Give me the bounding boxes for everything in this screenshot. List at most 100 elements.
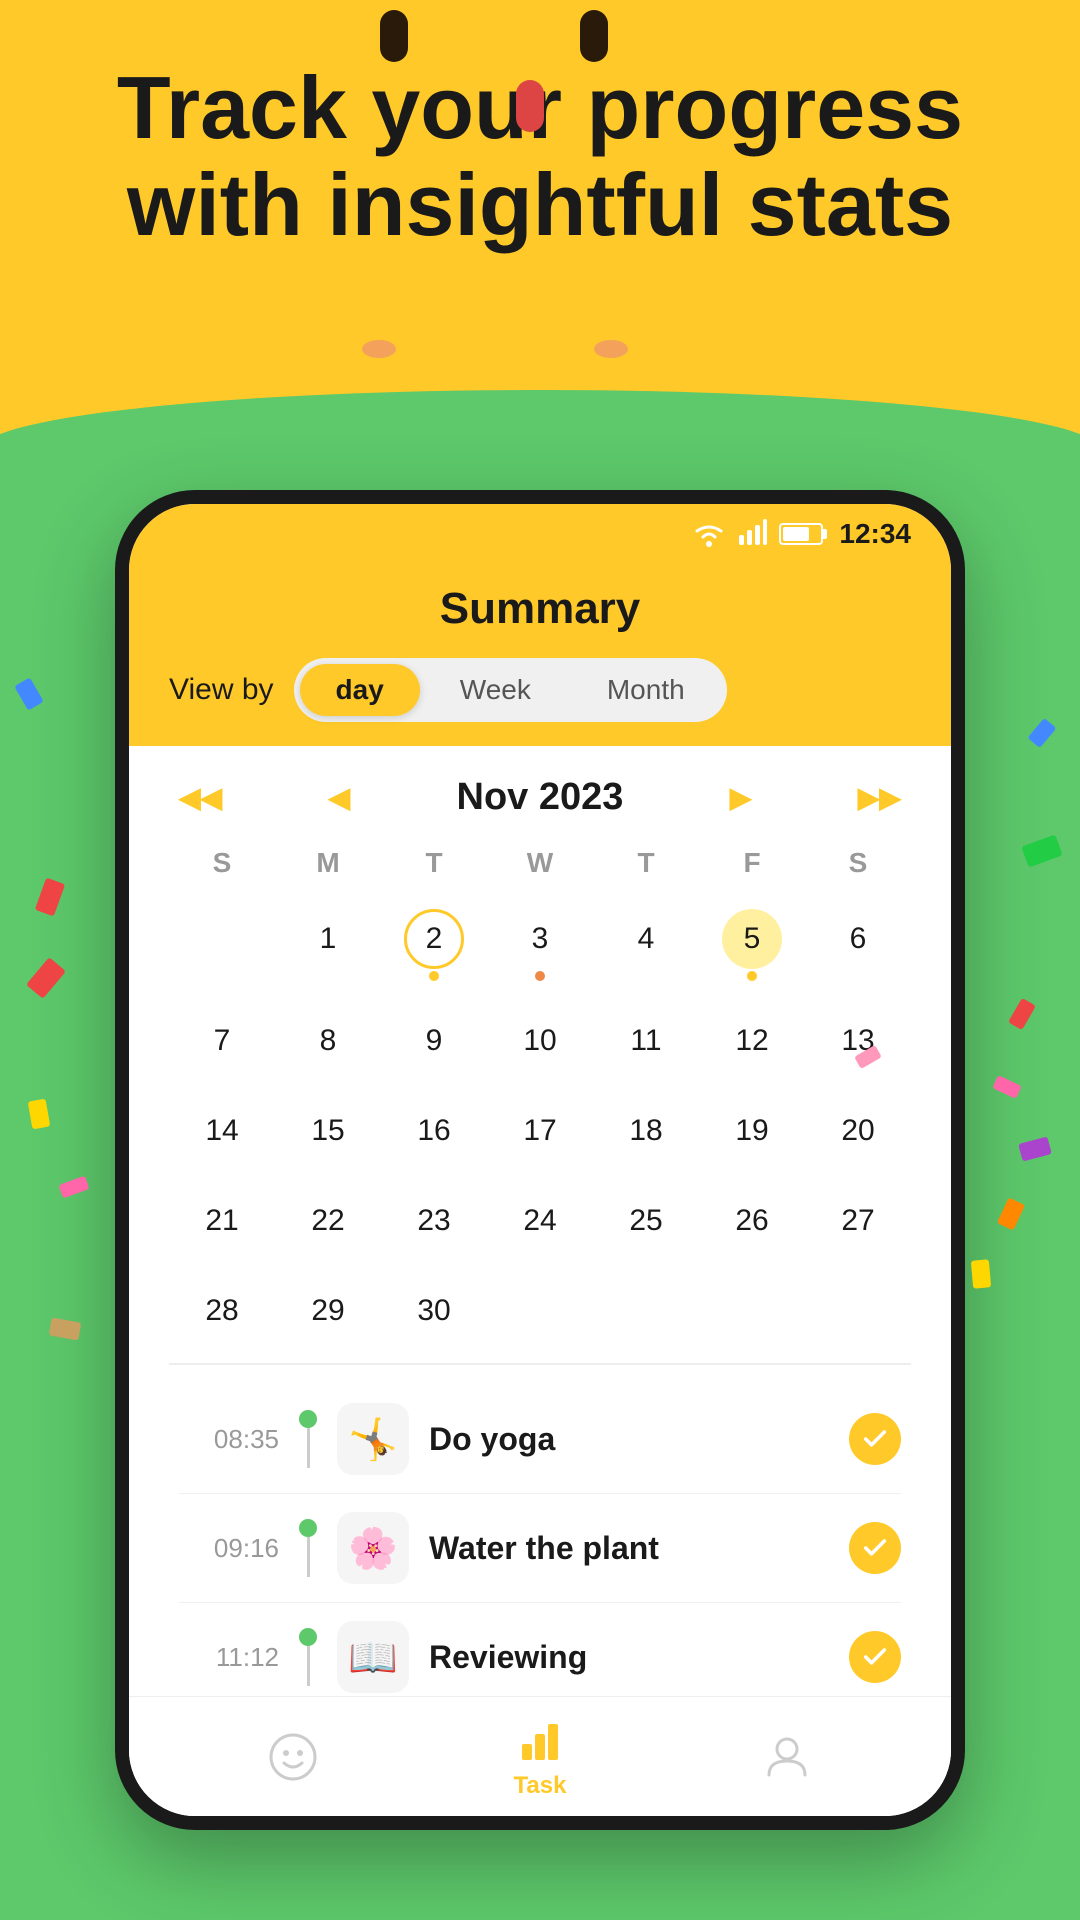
cal-cell-13[interactable]: 13	[805, 999, 911, 1083]
task-icon-reviewing: 📖	[337, 1621, 409, 1693]
cal-dot-3	[535, 971, 545, 981]
task-item-water-plant[interactable]: 09:16 🌸 Water the plant	[179, 1494, 901, 1603]
cal-cell-15[interactable]: 15	[275, 1089, 381, 1173]
nav-label-task: Task	[514, 1772, 567, 1800]
cal-header-sun: S	[169, 839, 275, 887]
task-item-yoga[interactable]: 08:35 🤸 Do yoga	[179, 1385, 901, 1494]
cal-cell-3[interactable]: 3	[487, 897, 593, 993]
nav-icon-profile	[761, 1731, 813, 1783]
next-month-arrow[interactable]: ▶	[730, 781, 752, 814]
cal-cell-empty-4	[699, 1269, 805, 1353]
status-bar: 12:34	[129, 504, 951, 564]
cal-cell-27[interactable]: 27	[805, 1179, 911, 1263]
view-tabs: day Week Month	[294, 658, 727, 722]
cal-row-2: 7 8 9 10 11 12 13	[169, 999, 911, 1083]
cal-dot-2	[429, 971, 439, 981]
cal-cell-12[interactable]: 12	[699, 999, 805, 1083]
cal-cell-10[interactable]: 10	[487, 999, 593, 1083]
cal-header-wed: W	[487, 839, 593, 887]
nav-item-mood[interactable]	[267, 1731, 319, 1783]
cal-cell-29[interactable]: 29	[275, 1269, 381, 1353]
cal-cell-11[interactable]: 11	[593, 999, 699, 1083]
cal-cell-30[interactable]: 30	[381, 1269, 487, 1353]
cal-cell-2[interactable]: 2	[381, 897, 487, 993]
task-name-reviewing: Reviewing	[429, 1639, 829, 1676]
hero-section: Track your progress with insightful stat…	[0, 60, 1080, 254]
cal-cell-22[interactable]: 22	[275, 1179, 381, 1263]
cal-cell-7[interactable]: 7	[169, 999, 275, 1083]
calendar-area: ◀◀ ◀ Nov 2023 ▶ ▶▶ S M T W T F S 1 2	[129, 746, 951, 1830]
cal-row-4: 21 22 23 24 25 26 27	[169, 1179, 911, 1263]
cal-header-tue: T	[381, 839, 487, 887]
task-time-reviewing: 11:12	[179, 1642, 279, 1673]
cal-cell-18[interactable]: 18	[593, 1089, 699, 1173]
view-by-row: View by day Week Month	[129, 658, 951, 746]
cal-cell-empty-2	[487, 1269, 593, 1353]
prev-month-arrow[interactable]: ◀	[329, 781, 351, 814]
cal-header-fri: F	[699, 839, 805, 887]
cal-cell-21[interactable]: 21	[169, 1179, 275, 1263]
calendar-header-row: S M T W T F S	[169, 839, 911, 887]
cal-cell-16[interactable]: 16	[381, 1089, 487, 1173]
summary-title: Summary	[129, 584, 951, 634]
cal-cell-28[interactable]: 28	[169, 1269, 275, 1353]
nav-item-task[interactable]: Task	[514, 1714, 567, 1800]
cal-cell-1[interactable]: 1	[275, 897, 381, 993]
cal-cell-8[interactable]: 8	[275, 999, 381, 1083]
tab-week[interactable]: Week	[424, 664, 567, 716]
cal-header-thu: T	[593, 839, 699, 887]
cal-header-sat: S	[805, 839, 911, 887]
cal-cell-9[interactable]: 9	[381, 999, 487, 1083]
cheek-left	[362, 340, 396, 358]
cal-cell-17[interactable]: 17	[487, 1089, 593, 1173]
tab-day[interactable]: day	[300, 664, 420, 716]
calendar-grid: S M T W T F S 1 2 3 4	[169, 839, 911, 1353]
cal-cell-14[interactable]: 14	[169, 1089, 275, 1173]
tab-month[interactable]: Month	[571, 664, 721, 716]
cal-cell-empty-5	[805, 1269, 911, 1353]
nav-item-profile[interactable]	[761, 1731, 813, 1783]
cal-row-5: 28 29 30	[169, 1269, 911, 1353]
summary-header: Summary	[129, 564, 951, 658]
cal-cell-19[interactable]: 19	[699, 1089, 805, 1173]
task-name-water-plant: Water the plant	[429, 1530, 829, 1567]
view-by-label: View by	[169, 673, 274, 707]
task-icon-water-plant: 🌸	[337, 1512, 409, 1584]
task-dot-reviewing	[299, 1628, 317, 1686]
nav-icon-task	[514, 1714, 566, 1766]
cal-cell-25[interactable]: 25	[593, 1179, 699, 1263]
month-nav: ◀◀ ◀ Nov 2023 ▶ ▶▶	[169, 776, 911, 819]
cal-cell-4[interactable]: 4	[593, 897, 699, 993]
status-icons	[691, 521, 823, 547]
nav-icon-mood	[267, 1731, 319, 1783]
next-year-arrow[interactable]: ▶▶	[858, 781, 901, 814]
cal-cell-26[interactable]: 26	[699, 1179, 805, 1263]
month-title: Nov 2023	[457, 776, 624, 819]
cal-header-mon: M	[275, 839, 381, 887]
cheek-right	[594, 340, 628, 358]
task-check-yoga[interactable]	[849, 1413, 901, 1465]
cal-cell-20[interactable]: 20	[805, 1089, 911, 1173]
task-time-water-plant: 09:16	[179, 1533, 279, 1564]
task-dot-yoga	[299, 1410, 317, 1468]
cal-cell-5[interactable]: 5	[699, 897, 805, 993]
status-time: 12:34	[839, 518, 911, 550]
task-check-water-plant[interactable]	[849, 1522, 901, 1574]
divider	[169, 1363, 911, 1365]
phone-mockup: 12:34 Summary View by day Week Month ◀◀ …	[115, 490, 965, 1830]
task-dot-water-plant	[299, 1519, 317, 1577]
cal-cell-24[interactable]: 24	[487, 1179, 593, 1263]
task-time-yoga: 08:35	[179, 1424, 279, 1455]
cal-cell-6[interactable]: 6	[805, 897, 911, 993]
hero-title: Track your progress with insightful stat…	[60, 60, 1020, 254]
cal-row-1: 1 2 3 4 5 6	[169, 897, 911, 993]
wifi-icon	[691, 521, 727, 547]
cal-cell-empty-3	[593, 1269, 699, 1353]
prev-year-arrow[interactable]: ◀◀	[179, 781, 222, 814]
task-icon-yoga: 🤸	[337, 1403, 409, 1475]
bottom-nav: Task	[129, 1696, 951, 1816]
task-name-yoga: Do yoga	[429, 1421, 829, 1458]
cal-cell-23[interactable]: 23	[381, 1179, 487, 1263]
task-check-reviewing[interactable]	[849, 1631, 901, 1683]
signal-icon	[739, 523, 767, 545]
